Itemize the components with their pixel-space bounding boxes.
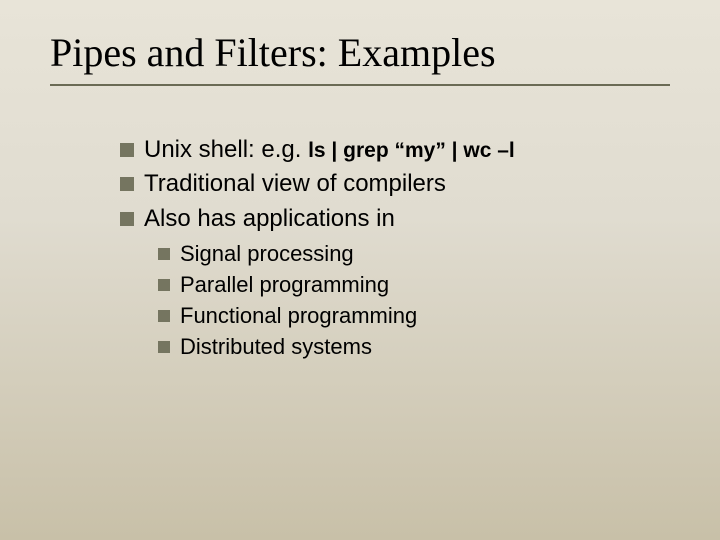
sub-bullet-item: Signal processing <box>158 239 670 270</box>
bullet-prefix: Unix shell: e.g. <box>144 136 308 163</box>
bullet-text: Unix shell: e.g. ls | grep “my” | wc –l <box>144 134 515 166</box>
sub-bullet-text: Functional programming <box>180 301 417 332</box>
bullet-icon <box>120 212 134 226</box>
slide: Pipes and Filters: Examples Unix shell: … <box>0 0 720 540</box>
bullet-text: Also has applications in <box>144 203 395 235</box>
title-rule <box>50 84 670 86</box>
bullet-icon <box>158 248 170 260</box>
sub-bullet-text: Signal processing <box>180 239 354 270</box>
bullet-icon <box>158 341 170 353</box>
bullet-icon <box>158 310 170 322</box>
sub-bullet-item: Functional programming <box>158 301 670 332</box>
slide-title: Pipes and Filters: Examples <box>50 30 670 76</box>
bullet-code: ls | grep “my” | wc –l <box>308 139 515 162</box>
sub-bullet-item: Distributed systems <box>158 332 670 363</box>
bullet-text: Traditional view of compilers <box>144 168 446 200</box>
sub-bullet-list: Signal processing Parallel programming F… <box>158 239 670 362</box>
bullet-item: Also has applications in <box>120 203 670 235</box>
sub-bullet-text: Distributed systems <box>180 332 372 363</box>
bullet-icon <box>120 143 134 157</box>
sub-bullet-text: Parallel programming <box>180 270 389 301</box>
bullet-item: Traditional view of compilers <box>120 168 670 200</box>
bullet-item: Unix shell: e.g. ls | grep “my” | wc –l <box>120 134 670 166</box>
sub-bullet-item: Parallel programming <box>158 270 670 301</box>
bullet-icon <box>120 177 134 191</box>
bullet-icon <box>158 279 170 291</box>
bullet-list: Unix shell: e.g. ls | grep “my” | wc –l … <box>120 134 670 235</box>
